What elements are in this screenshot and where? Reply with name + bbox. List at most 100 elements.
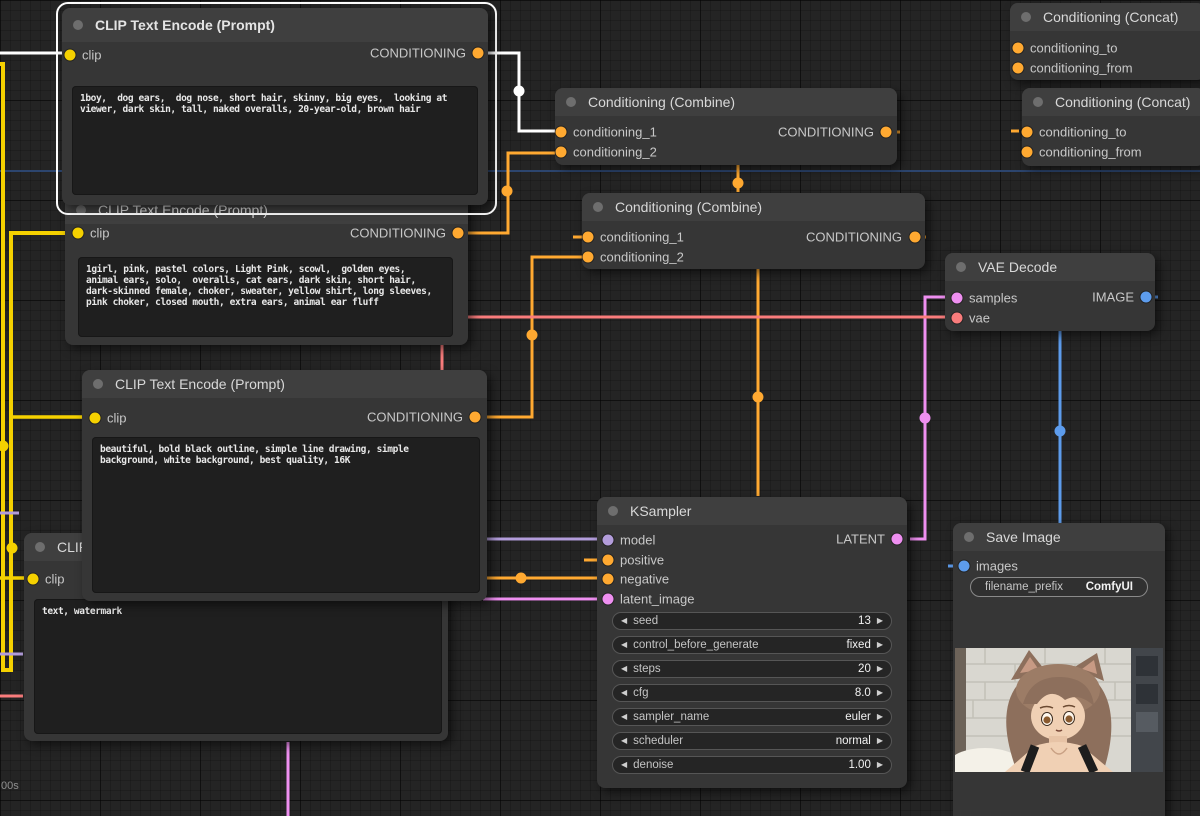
node-clip-text-encode-3[interactable]: CLIP Text Encode (Prompt) clip CONDITION… [82,370,487,601]
input-port-conditioning-1[interactable] [583,232,594,243]
collapse-dot[interactable] [608,506,618,516]
node-conditioning-combine-2[interactable]: Conditioning (Combine) conditioning_1 co… [582,193,925,269]
link-midpoint-dot [514,86,525,97]
collapse-dot[interactable] [73,20,83,30]
increment-arrow-icon[interactable] [877,761,883,769]
output-label: CONDITIONING [778,125,874,140]
prompt-textarea[interactable]: beautiful, bold black outline, simple li… [92,437,480,593]
input-port-latent-image[interactable] [603,594,614,605]
widget-denoise[interactable]: denoise 1.00 [612,756,892,774]
input-port-clip[interactable] [90,413,101,424]
node-save-image[interactable]: Save Image images filename_prefix ComfyU… [953,523,1165,816]
input-port-conditioning-to[interactable] [1022,127,1033,138]
output-port-latent[interactable] [892,534,903,545]
decrement-arrow-icon[interactable] [621,617,627,625]
increment-arrow-icon[interactable] [877,737,883,745]
widget-cfg[interactable]: cfg 8.0 [612,684,892,702]
input-label: conditioning_2 [600,250,684,265]
input-port-samples[interactable] [952,293,963,304]
prompt-textarea[interactable]: 1girl, pink, pastel colors, Light Pink, … [78,257,453,337]
widget-scheduler[interactable]: scheduler normal [612,732,892,750]
node-title: KSampler [630,503,691,519]
node-title: CLIP Text Encode (Prompt) [115,376,285,392]
input-label: conditioning_to [1039,125,1126,140]
node-title: CLIP Text Encode (Prompt) [95,17,275,33]
input-label: clip [82,48,102,63]
decrement-arrow-icon[interactable] [621,713,627,721]
increment-arrow-icon[interactable] [877,641,883,649]
input-port-clip[interactable] [28,574,39,585]
node-graph-canvas[interactable]: 00s [0,0,1200,816]
input-port-negative[interactable] [603,574,614,585]
node-conditioning-combine-1[interactable]: Conditioning (Combine) conditioning_1 co… [555,88,897,165]
collapse-dot[interactable] [1021,12,1031,22]
input-port-conditioning-1[interactable] [556,127,567,138]
input-label: clip [90,226,110,241]
collapse-dot[interactable] [1033,97,1043,107]
input-port-positive[interactable] [603,555,614,566]
node-ksampler[interactable]: KSampler model positive negative latent_… [597,497,907,788]
collapse-dot[interactable] [35,542,45,552]
output-port-conditioning[interactable] [473,48,484,59]
node-title: Conditioning (Concat) [1043,9,1178,25]
node-clip-text-encode-1[interactable]: CLIP Text Encode (Prompt) clip CONDITION… [62,8,488,205]
increment-arrow-icon[interactable] [877,713,883,721]
link-midpoint-dot [527,330,538,341]
preview-image [955,648,1163,772]
input-port-conditioning-from[interactable] [1022,147,1033,158]
collapse-dot[interactable] [593,202,603,212]
collapse-dot[interactable] [93,379,103,389]
increment-arrow-icon[interactable] [877,665,883,673]
node-clip-text-encode-2[interactable]: CLIP Text Encode (Prompt) clip CONDITION… [65,196,468,345]
widget-control-before-generate[interactable]: control_before_generate fixed [612,636,892,654]
increment-arrow-icon[interactable] [877,689,883,697]
decrement-arrow-icon[interactable] [621,761,627,769]
link-midpoint-dot [502,186,513,197]
collapse-dot[interactable] [964,532,974,542]
input-port-conditioning-to[interactable] [1013,43,1024,54]
link-midpoint-dot [733,178,744,189]
output-port-conditioning[interactable] [470,412,481,423]
input-port-clip[interactable] [65,50,76,61]
output-port-image[interactable] [1141,292,1152,303]
link-midpoint-dot [1055,426,1066,437]
prompt-textarea[interactable]: 1boy, dog ears, dog nose, short hair, sk… [72,86,478,195]
input-port-model[interactable] [603,535,614,546]
widget-sampler-name[interactable]: sampler_name euler [612,708,892,726]
decrement-arrow-icon[interactable] [621,641,627,649]
input-label: conditioning_from [1030,61,1133,76]
decrement-arrow-icon[interactable] [621,737,627,745]
input-label: conditioning_1 [600,230,684,245]
input-port-clip[interactable] [73,228,84,239]
collapse-dot[interactable] [566,97,576,107]
collapse-dot[interactable] [956,262,966,272]
input-label: negative [620,572,669,587]
input-label: model [620,533,655,548]
input-port-conditioning-from[interactable] [1013,63,1024,74]
node-title: Conditioning (Combine) [615,199,762,215]
input-port-images[interactable] [959,561,970,572]
link-midpoint-dot [516,573,527,584]
output-port-conditioning[interactable] [453,228,464,239]
node-vae-decode[interactable]: VAE Decode samples vae IMAGE [945,253,1155,331]
increment-arrow-icon[interactable] [877,617,883,625]
prompt-textarea[interactable]: text, watermark [34,599,442,734]
input-port-vae[interactable] [952,313,963,324]
decrement-arrow-icon[interactable] [621,689,627,697]
decrement-arrow-icon[interactable] [621,665,627,673]
output-port-conditioning[interactable] [881,127,892,138]
node-conditioning-concat-2[interactable]: Conditioning (Concat) conditioning_to co… [1022,88,1200,166]
collapse-dot[interactable] [76,205,86,215]
input-port-conditioning-2[interactable] [583,252,594,263]
input-label: clip [107,411,127,426]
node-conditioning-concat-1[interactable]: Conditioning (Concat) conditioning_to co… [1010,3,1200,80]
widget-filename-prefix[interactable]: filename_prefix ComfyUI [970,577,1148,597]
input-port-conditioning-2[interactable] [556,147,567,158]
widget-seed[interactable]: seed 13 [612,612,892,630]
input-label: images [976,559,1018,574]
output-port-conditioning[interactable] [910,232,921,243]
input-label: conditioning_2 [573,145,657,160]
output-label: LATENT [836,532,885,547]
widget-steps[interactable]: steps 20 [612,660,892,678]
link-midpoint-dot [920,413,931,424]
